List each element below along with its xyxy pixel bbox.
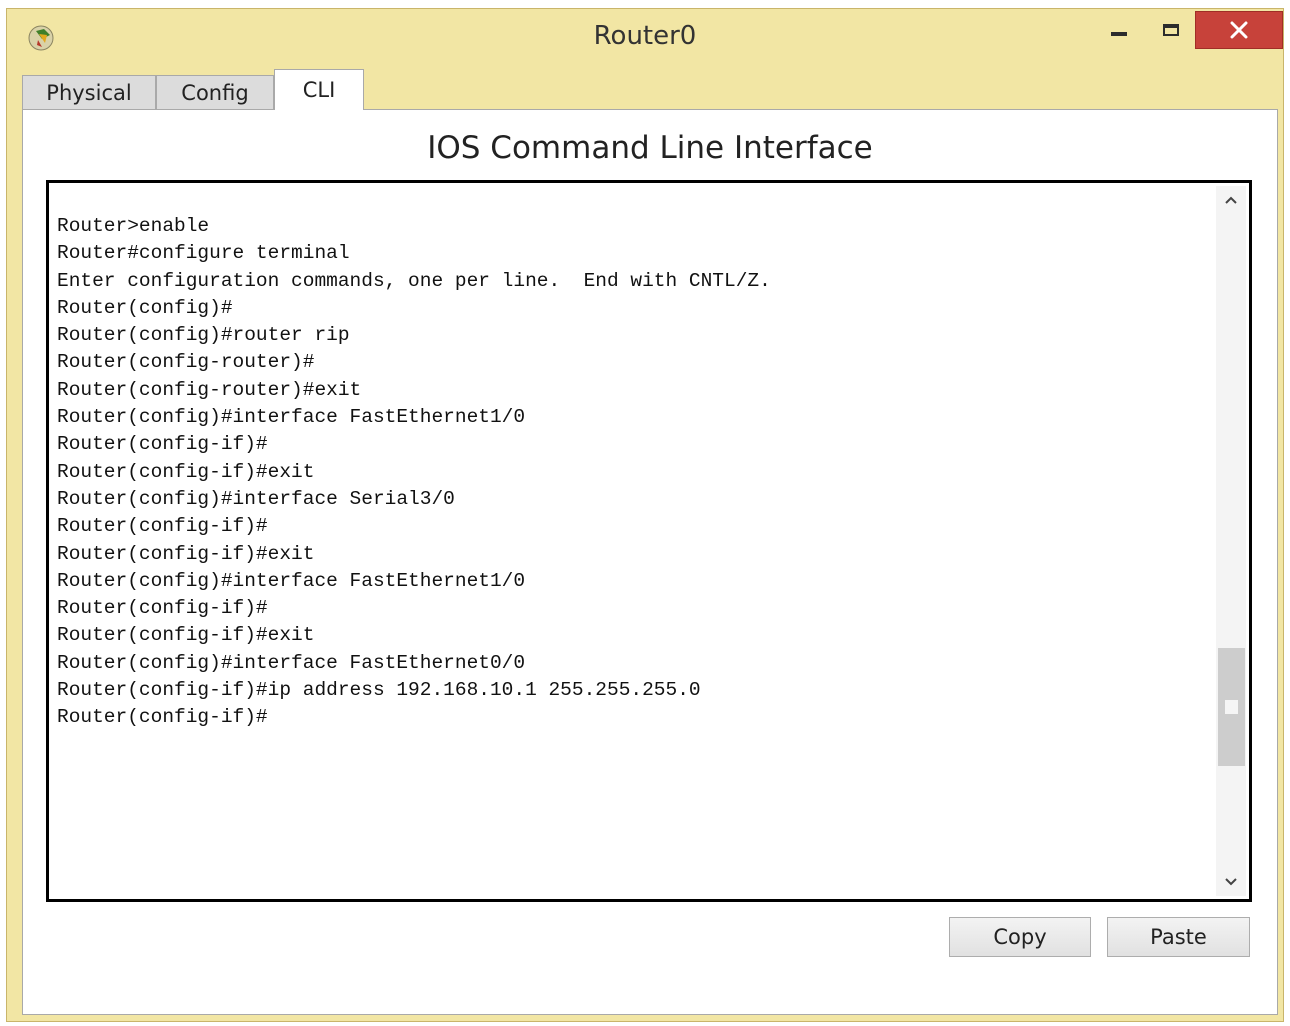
terminal-line: Router(config-if)#ip address 192.168.10.… <box>57 679 701 702</box>
terminal-line: Router#configure terminal <box>57 242 350 265</box>
close-icon <box>1230 21 1248 39</box>
terminal-output[interactable]: Router>enable Router#configure terminal En… <box>57 213 771 732</box>
terminal-line: Router(config)#router rip <box>57 324 350 347</box>
scroll-grip-icon <box>1225 700 1238 714</box>
terminal-line: Router>enable <box>57 215 210 237</box>
terminal-line: Router(config)#interface FastEthernet0/0 <box>57 651 526 674</box>
minimize-icon <box>1111 32 1127 36</box>
tab-physical[interactable]: Physical <box>22 75 156 109</box>
router-window: Router0 Physical Config CLI IOS Command … <box>6 8 1284 1022</box>
vertical-scrollbar[interactable] <box>1216 186 1246 896</box>
terminal-line: Router(config-if)# <box>57 706 268 729</box>
scroll-down-button[interactable] <box>1216 868 1246 896</box>
cli-heading: IOS Command Line Interface <box>427 130 873 166</box>
terminal-line: Router(config-router)#exit <box>57 378 362 401</box>
terminal-line: Enter configuration commands, one per li… <box>57 269 771 292</box>
terminal-line: Router(config)#interface Serial3/0 <box>57 487 455 510</box>
minimize-button[interactable] <box>1101 11 1137 49</box>
scroll-up-button[interactable] <box>1216 186 1246 214</box>
terminal-line: Router(config-if)# <box>57 515 268 538</box>
terminal-line: Router(config)#interface FastEthernet1/0 <box>57 406 526 429</box>
terminal-line: Router(config-if)# <box>57 597 268 620</box>
maximize-button[interactable] <box>1151 11 1191 49</box>
terminal-line: Router(config-if)#exit <box>57 542 315 565</box>
paste-button[interactable]: Paste <box>1107 917 1250 957</box>
terminal-console[interactable]: Router>enable Router#configure terminal En… <box>46 180 1252 902</box>
terminal-line: Router(config)#interface FastEthernet1/0 <box>57 569 526 592</box>
window-title: Router0 <box>593 21 697 51</box>
terminal-line: Router(config)# <box>57 296 233 319</box>
scroll-thumb[interactable] <box>1218 648 1245 766</box>
maximize-icon <box>1163 24 1179 36</box>
title-bar[interactable]: Router0 <box>7 9 1283 67</box>
chevron-down-icon <box>1225 878 1237 886</box>
terminal-line: Router(config-router)# <box>57 351 315 374</box>
chevron-up-icon <box>1225 196 1237 204</box>
terminal-line: Router(config-if)#exit <box>57 460 315 483</box>
cli-panel: IOS Command Line Interface Router>enable… <box>22 109 1278 1015</box>
copy-button[interactable]: Copy <box>949 917 1091 957</box>
close-button[interactable] <box>1195 11 1283 49</box>
tab-cli[interactable]: CLI <box>274 69 364 110</box>
tab-config[interactable]: Config <box>156 75 274 109</box>
terminal-line: Router(config-if)#exit <box>57 624 315 647</box>
terminal-line: Router(config-if)# <box>57 433 268 456</box>
